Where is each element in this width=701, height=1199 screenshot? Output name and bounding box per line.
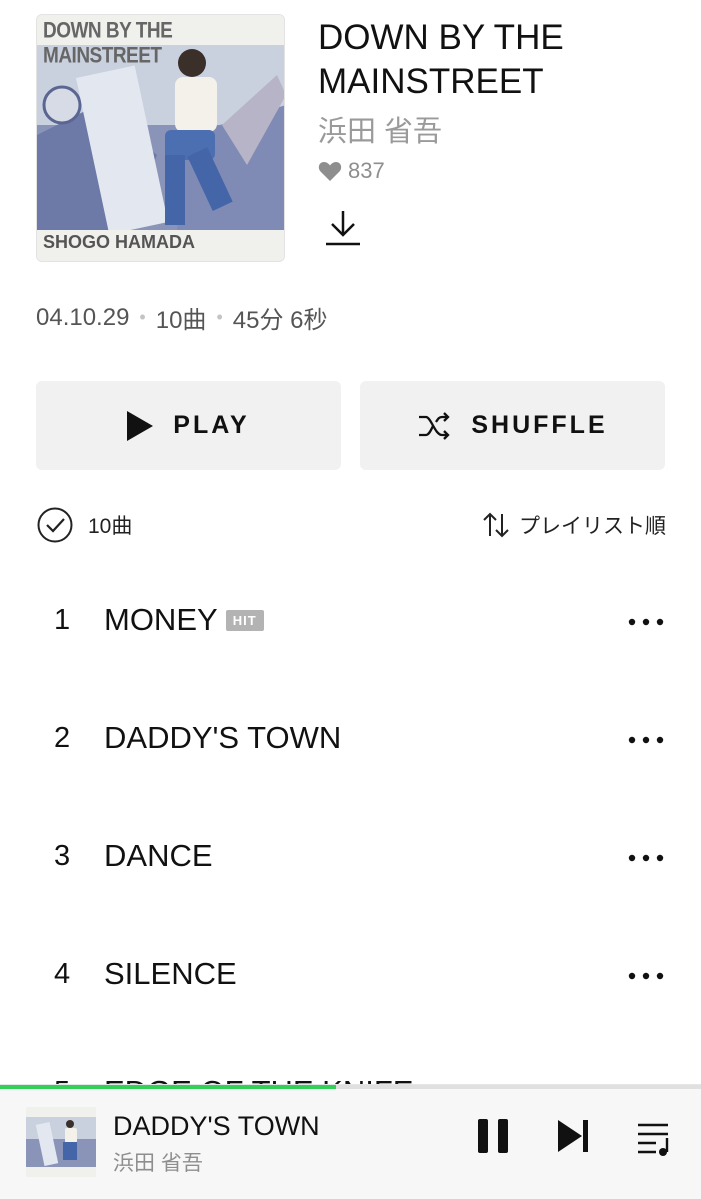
- shuffle-icon: [419, 411, 450, 440]
- list-header: 10曲 プレイリスト順: [36, 506, 666, 546]
- track-title-text: MONEY: [104, 602, 218, 637]
- pause-icon[interactable]: [476, 1117, 510, 1155]
- track-title: MONEY HIT: [104, 602, 264, 638]
- queue-icon[interactable]: [636, 1121, 674, 1157]
- sort-icon: [483, 512, 509, 538]
- now-playing-artist: 浜田 省吾: [113, 1152, 203, 1175]
- shuffle-button[interactable]: SHUFFLE: [360, 381, 665, 470]
- track-count: 10曲: [155, 307, 207, 334]
- now-playing-cover[interactable]: [26, 1107, 96, 1177]
- cover-title-text: DOWN BY THE MAINSTREET: [43, 19, 173, 69]
- more-icon[interactable]: [628, 972, 664, 980]
- sort-button[interactable]: プレイリスト順: [481, 510, 666, 540]
- track-title-text: DADDY'S TOWN: [104, 720, 342, 755]
- more-icon[interactable]: [628, 618, 664, 626]
- select-all[interactable]: 10曲: [36, 506, 132, 544]
- track-row[interactable]: 3 DANCE: [0, 798, 701, 916]
- album-title: DOWN BY THE MAINSTREET: [318, 18, 564, 101]
- next-icon[interactable]: [556, 1117, 590, 1155]
- cover-artist-text: SHOGO HAMADA: [43, 232, 195, 252]
- play-label: PLAY: [173, 411, 250, 439]
- track-number: 3: [54, 840, 71, 872]
- sort-label: プレイリスト順: [519, 515, 666, 538]
- track-list: 1 MONEY HIT 2 DADDY'S TOWN 3 DANCE 4 SIL…: [0, 562, 701, 1152]
- artist-name[interactable]: 浜田 省吾: [318, 108, 442, 150]
- album-meta: 04.10.29 • 10曲 • 45分 6秒: [36, 300, 327, 335]
- list-count: 10曲: [88, 515, 133, 538]
- total-duration: 45分 6秒: [232, 307, 328, 334]
- likes-value: 837: [348, 158, 385, 183]
- check-circle-icon: [37, 507, 73, 543]
- separator-dot: •: [216, 307, 223, 327]
- more-icon[interactable]: [628, 854, 664, 862]
- separator-dot: •: [139, 307, 146, 327]
- track-number: 1: [54, 604, 71, 636]
- track-title-text: SILENCE: [104, 956, 237, 991]
- track-title-text: DANCE: [104, 838, 213, 873]
- likes-count[interactable]: 837: [318, 158, 385, 184]
- shuffle-label: SHUFFLE: [471, 411, 608, 439]
- release-date: 04.10.29: [36, 303, 130, 331]
- more-icon[interactable]: [628, 736, 664, 744]
- progress-bar[interactable]: [0, 1085, 701, 1089]
- track-number: 4: [54, 958, 71, 990]
- track-row[interactable]: 2 DADDY'S TOWN: [0, 680, 701, 798]
- track-row[interactable]: 1 MONEY HIT: [0, 562, 701, 680]
- now-playing-title[interactable]: DADDY'S TOWN: [113, 1111, 320, 1142]
- album-header: DOWN BY THE MAINSTREET SHOGO HAMADA DOWN…: [36, 14, 676, 264]
- play-button[interactable]: PLAY: [36, 381, 341, 470]
- heart-icon: [318, 162, 342, 181]
- mini-player[interactable]: DADDY'S TOWN 浜田 省吾: [0, 1084, 701, 1199]
- track-number: 2: [54, 722, 71, 754]
- progress-fill: [0, 1085, 337, 1089]
- hit-badge: HIT: [225, 609, 264, 631]
- track-row[interactable]: 4 SILENCE: [0, 916, 701, 1034]
- play-icon: [127, 410, 154, 441]
- download-icon[interactable]: [324, 208, 362, 248]
- album-cover[interactable]: DOWN BY THE MAINSTREET SHOGO HAMADA: [36, 14, 285, 262]
